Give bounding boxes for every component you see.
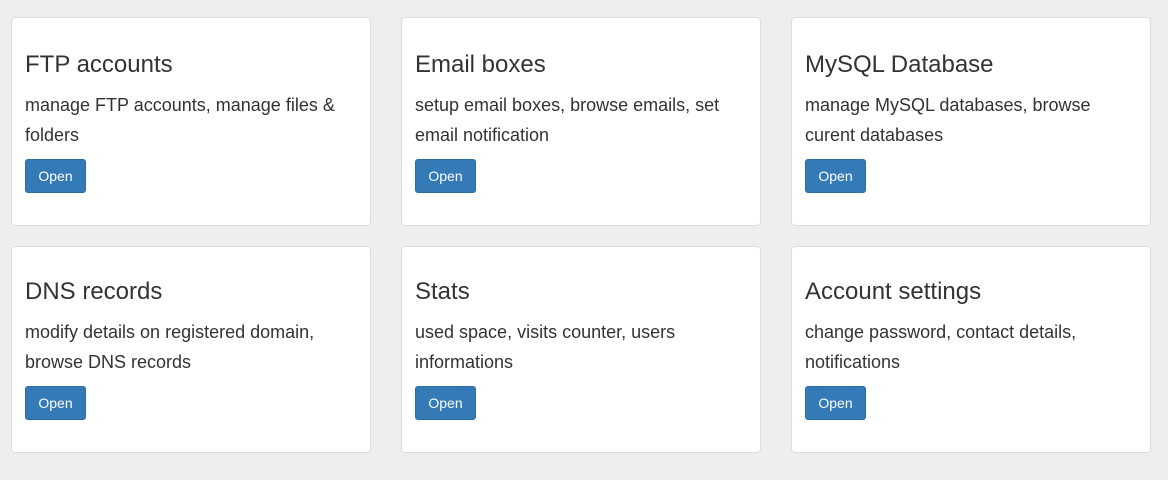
card-title: MySQL Database	[805, 51, 994, 78]
card-mysql-database: MySQL Database manage MySQL databases, b…	[791, 17, 1151, 226]
card-email-boxes: Email boxes setup email boxes, browse em…	[401, 17, 761, 226]
open-account-settings-button[interactable]: Open	[805, 386, 866, 420]
card-description: used space, visits counter, users inform…	[415, 322, 676, 372]
card-account-settings: Account settings change password, contac…	[791, 246, 1151, 453]
card-description: change password, contact details, notifi…	[805, 322, 1077, 372]
card-title: Stats	[415, 278, 470, 305]
card-description: modify details on registered domain, bro…	[25, 322, 315, 372]
card-title: Email boxes	[415, 51, 546, 78]
card-title: DNS records	[25, 278, 163, 305]
card-dns-records: DNS records modify details on registered…	[11, 246, 371, 453]
card-stats: Stats used space, visits counter, users …	[401, 246, 761, 453]
card-title: FTP accounts	[25, 51, 173, 78]
open-stats-button[interactable]: Open	[415, 386, 476, 420]
card-description: manage FTP accounts, manage files & fold…	[25, 95, 335, 145]
card-description: manage MySQL databases, browse curent da…	[805, 95, 1091, 145]
open-email-boxes-button[interactable]: Open	[415, 159, 476, 193]
open-mysql-database-button[interactable]: Open	[805, 159, 866, 193]
open-ftp-accounts-button[interactable]: Open	[25, 159, 86, 193]
card-title: Account settings	[805, 278, 982, 305]
open-dns-records-button[interactable]: Open	[25, 386, 86, 420]
card-description: setup email boxes, browse emails, set em…	[415, 95, 720, 145]
dashboard-grid: FTP accounts manage FTP accounts, manage…	[11, 17, 1151, 453]
card-ftp-accounts: FTP accounts manage FTP accounts, manage…	[11, 17, 371, 226]
